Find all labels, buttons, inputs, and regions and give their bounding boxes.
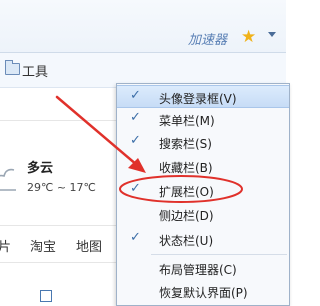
menu-item-avatar-login[interactable]: ✓ 头像登录框(V) (117, 85, 289, 108)
menu-item-favorites-bar[interactable]: ✓ 收藏栏(B) (117, 155, 289, 177)
menu-item-label: 头像登录框(V) (159, 92, 237, 106)
menu-separator (151, 254, 287, 255)
menu-item-extension-bar[interactable]: ✓ 扩展栏(O) (117, 179, 289, 201)
menu-item-label: 收藏栏(B) (159, 161, 213, 175)
menu-item-label: 恢复默认界面(P) (159, 286, 248, 300)
nav-link-pictures[interactable]: 片 (0, 236, 11, 255)
nav-link-taobao[interactable]: 淘宝 (30, 236, 56, 255)
menu-item-label: 搜索栏(S) (159, 137, 212, 151)
check-icon: ✓ (130, 110, 141, 125)
bookmark-folder-tools[interactable]: 工具 (22, 61, 48, 80)
menu-item-statusbar[interactable]: ✓ 状态栏(U) (117, 228, 289, 250)
check-icon: ✓ (130, 157, 141, 172)
weather-temperature: 29℃ ~ 17℃ (27, 181, 96, 194)
menu-item-searchbar[interactable]: ✓ 搜索栏(S) (117, 131, 289, 153)
menu-item-label: 侧边栏(D) (159, 209, 214, 223)
check-icon: ✓ (130, 133, 141, 148)
accelerator-button[interactable]: 加速器 (188, 29, 227, 48)
menu-item-label: 状态栏(U) (159, 234, 214, 248)
check-icon: ✓ (130, 230, 141, 245)
checkbox[interactable] (40, 290, 52, 302)
folder-icon (5, 60, 20, 75)
menu-item-restore-default[interactable]: 恢复默认界面(P) (117, 280, 289, 302)
check-icon: ✓ (130, 88, 141, 103)
chevron-down-icon[interactable] (268, 32, 276, 37)
menu-item-sidebar[interactable]: 侧边栏(D) (117, 203, 289, 225)
menu-item-label: 菜单栏(M) (159, 114, 215, 128)
weather-condition: 多云 (27, 161, 54, 176)
menu-item-label: 布局管理器(C) (159, 263, 237, 277)
star-icon[interactable]: ★ (241, 27, 256, 47)
check-icon: ✓ (130, 181, 141, 196)
menu-item-layout-manager[interactable]: 布局管理器(C) (117, 257, 289, 279)
toolbar-context-menu: ✓ 头像登录框(V) ✓ 菜单栏(M) ✓ 搜索栏(S) ✓ 收藏栏(B) ✓ … (116, 83, 290, 306)
menu-item-label: 扩展栏(O) (159, 185, 214, 199)
cloud-icon (0, 168, 16, 191)
nav-link-map[interactable]: 地图 (76, 236, 102, 255)
menu-item-menubar[interactable]: ✓ 菜单栏(M) (117, 108, 289, 130)
